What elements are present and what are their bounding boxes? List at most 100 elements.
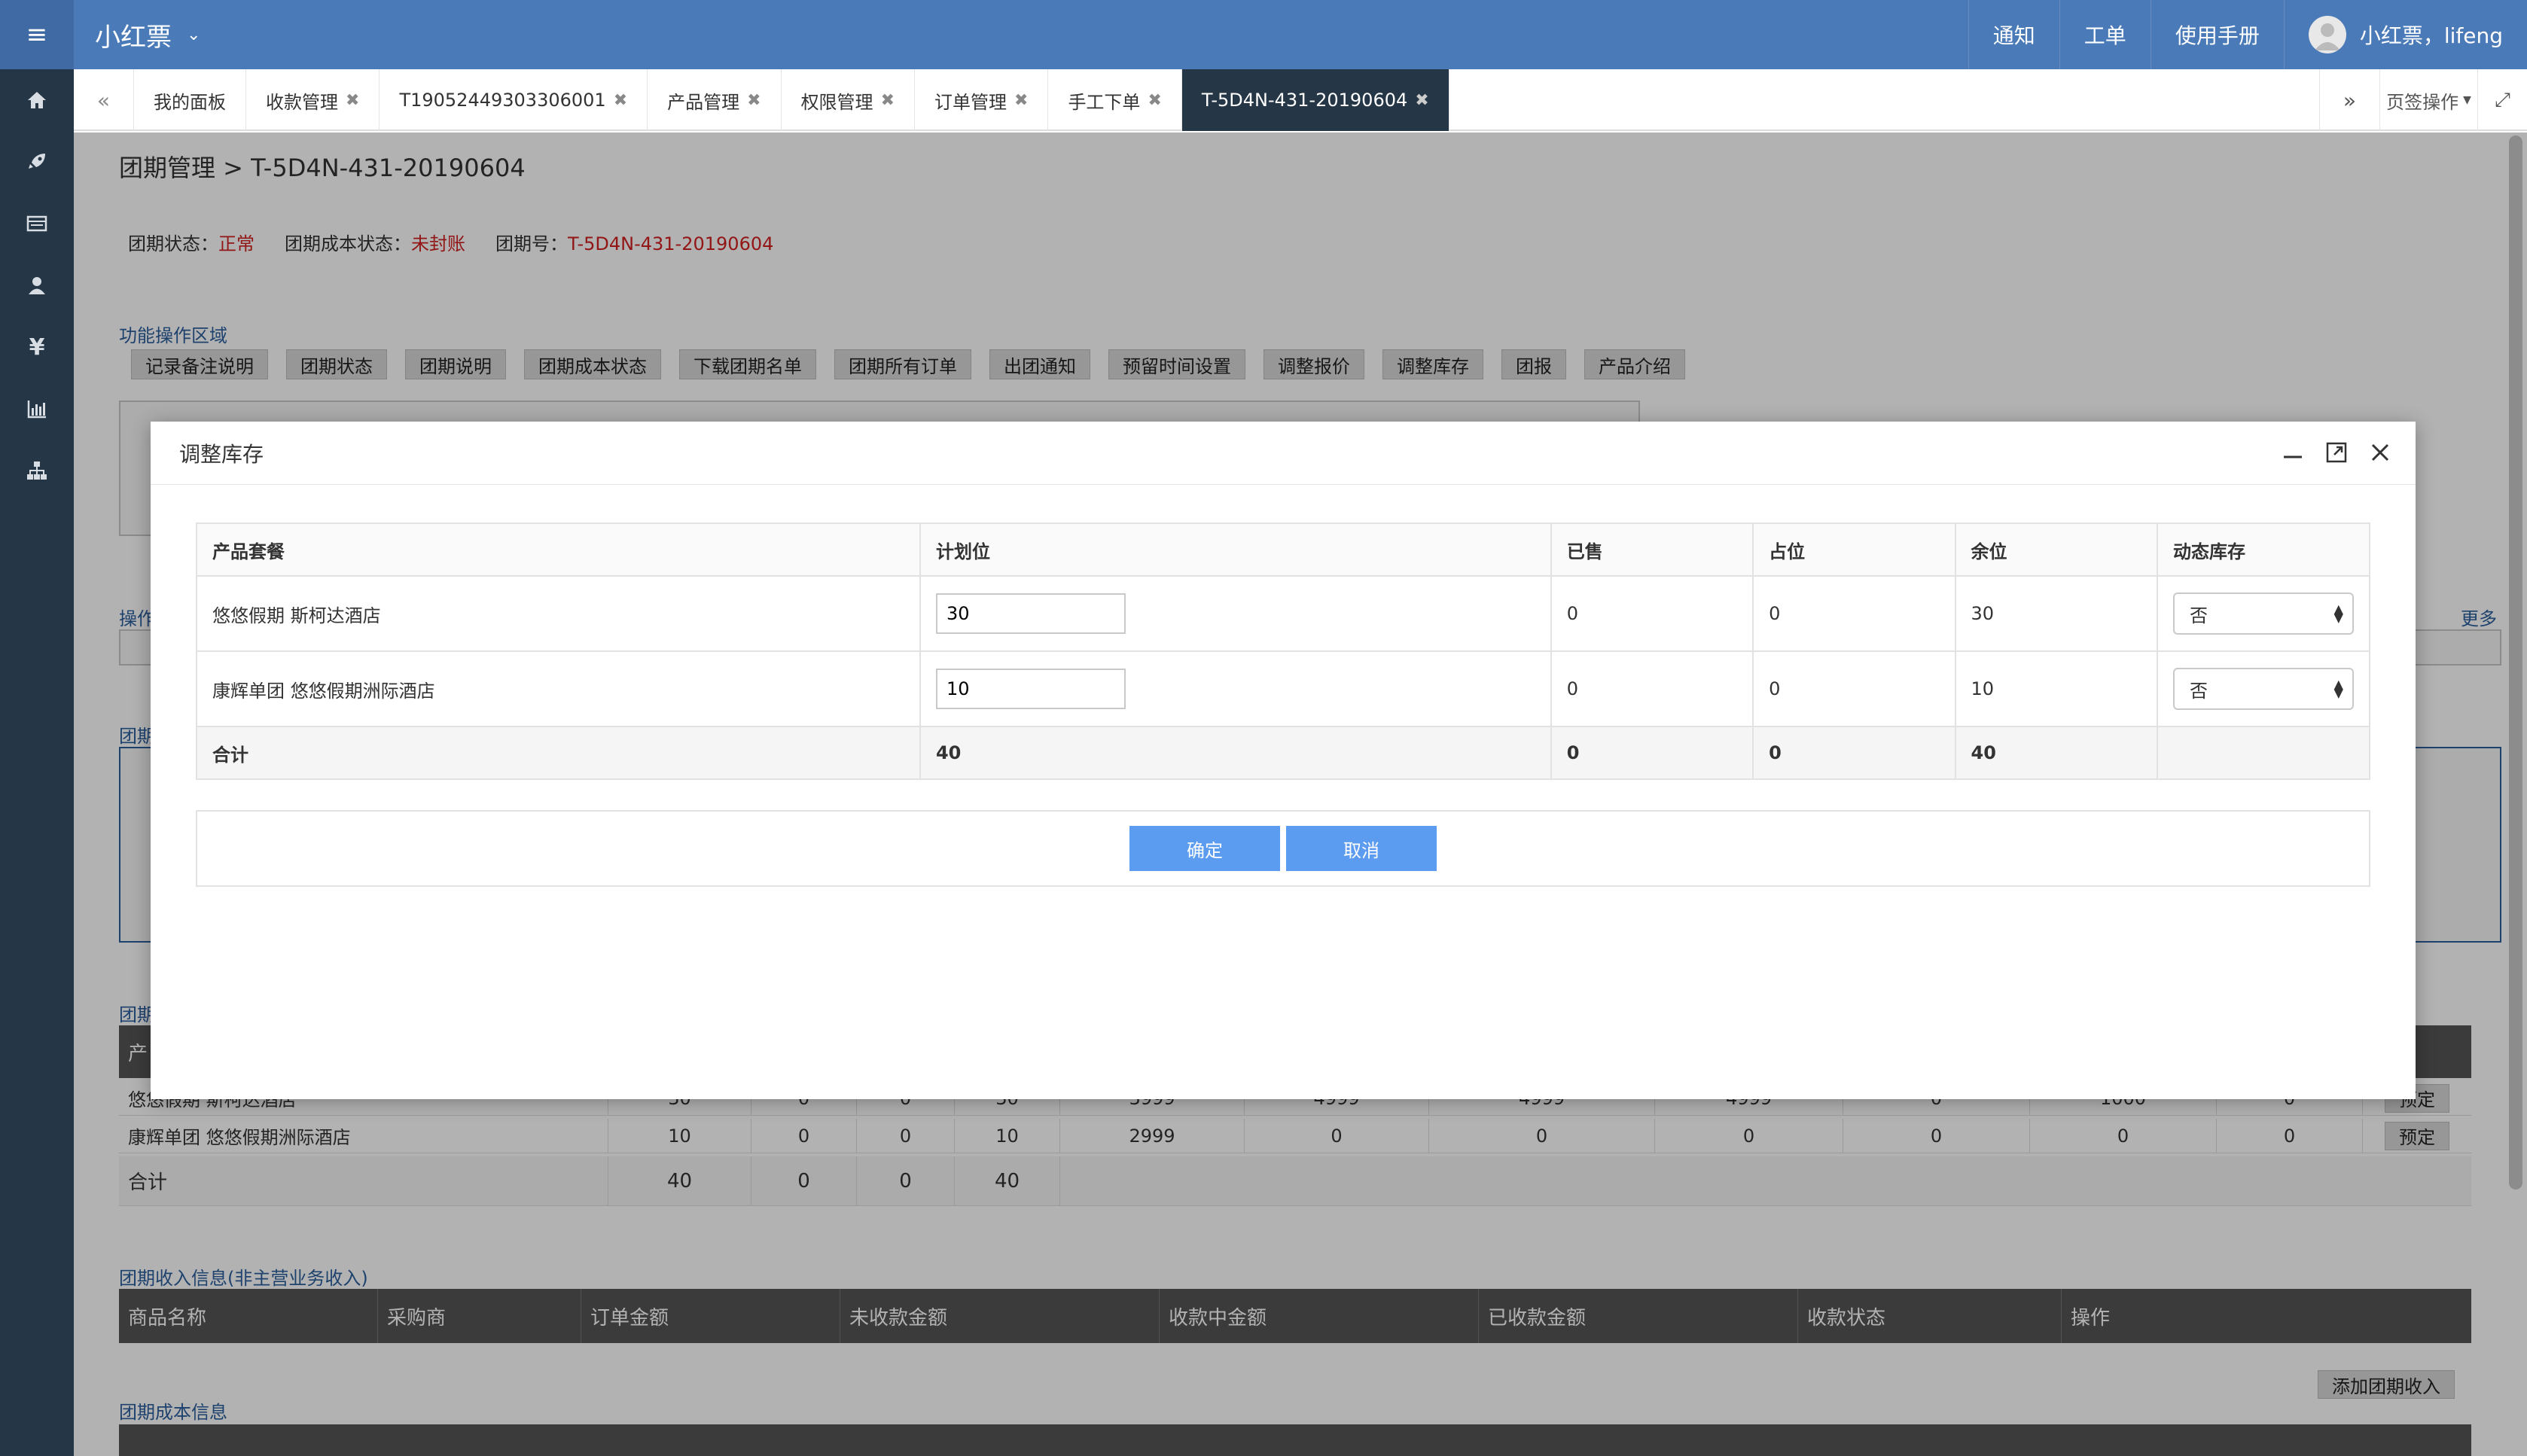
nav-notifications[interactable]: 通知 — [1968, 0, 2059, 69]
col-held: 占位 — [1752, 522, 1956, 577]
brand-switcher[interactable]: 小红票 ⌄ — [95, 17, 200, 53]
col-planned: 计划位 — [919, 522, 1552, 577]
dynamic-stock-select[interactable]: 否 ▲ ▼ — [2172, 668, 2354, 710]
avatar — [2308, 16, 2346, 53]
sidebar-item-list[interactable] — [0, 193, 74, 254]
close-icon[interactable]: ✖ — [346, 91, 359, 110]
sidebar-item-home[interactable] — [0, 69, 74, 131]
close-icon[interactable]: ✖ — [881, 91, 895, 110]
sidebar-item-user[interactable] — [0, 254, 74, 316]
package-name: 悠悠假期 斯柯达酒店 — [196, 575, 921, 652]
hamburger-icon: ≡ — [26, 20, 48, 50]
confirm-button[interactable]: 确定 — [1129, 826, 1280, 871]
close-icon[interactable]: ✖ — [747, 91, 761, 110]
rocket-icon — [29, 154, 45, 169]
total-label: 合计 — [196, 726, 921, 780]
total-held: 0 — [1752, 726, 1956, 780]
tab-ops-label: 页签操作 — [2386, 91, 2459, 113]
tab-products[interactable]: 产品管理 ✖ — [648, 69, 782, 131]
sidebar-item-org[interactable] — [0, 440, 74, 501]
user-menu[interactable]: 小红票，lifeng — [2283, 0, 2527, 69]
total-empty — [2156, 726, 2371, 780]
held-cell: 0 — [1752, 575, 1956, 652]
menu-toggle-button[interactable]: ≡ — [0, 0, 74, 69]
minimize-icon[interactable] — [2280, 440, 2306, 465]
close-icon[interactable]: ✖ — [614, 91, 627, 110]
dialog-title: 调整库存 — [179, 441, 264, 467]
dialog-actions: 确定 取消 — [196, 810, 2370, 887]
tab-label: 产品管理 — [667, 91, 740, 113]
tab-bar-right: » 页签操作 ▼ ⤢ — [2319, 69, 2527, 131]
select-value: 否 — [2189, 605, 2208, 626]
tab-label: 权限管理 — [800, 91, 873, 113]
col-sold: 已售 — [1550, 522, 1754, 577]
dialog-body: 产品套餐 计划位 已售 占位 余位 动态库存 悠悠假期 斯柯达酒店 0 0 30 — [151, 485, 2416, 887]
bar-chart-icon — [27, 401, 46, 419]
tab-ops-dropdown[interactable]: 页签操作 ▼ — [2379, 69, 2477, 131]
top-navbar: ≡ 小红票 ⌄ 通知 工单 使用手册 小红票，lifeng — [0, 0, 2527, 69]
total-remaining: 40 — [1954, 726, 2158, 780]
sidebar: ¥ — [0, 69, 74, 1456]
table-row: 悠悠假期 斯柯达酒店 0 0 30 否 ▲▼ — [196, 575, 2371, 652]
cancel-button[interactable]: 取消 — [1286, 826, 1437, 871]
dynamic-stock-select[interactable]: 否 ▲ ▼ — [2172, 592, 2354, 635]
col-remaining: 余位 — [1954, 522, 2158, 577]
chevron-down-icon: ⌄ — [187, 26, 201, 44]
dynamic-cell: 否 ▲ ▼ — [2156, 575, 2371, 652]
planned-seats-input[interactable] — [935, 669, 1126, 709]
tab-order-id[interactable]: T19052449303306001 ✖ — [380, 69, 648, 131]
list-icon — [26, 215, 47, 232]
tab-scroll-right-button[interactable]: » — [2319, 69, 2379, 131]
fullscreen-button[interactable]: ⤢ — [2477, 69, 2527, 131]
tab-label: T-5D4N-431-20190604 — [1201, 90, 1408, 111]
nav-user-manual[interactable]: 使用手册 — [2150, 0, 2284, 69]
tab-bar: « 我的面板 收款管理 ✖ T19052449303306001 ✖ 产品管理 ✖ 权… — [74, 69, 2527, 131]
yen-icon: ¥ — [29, 334, 45, 361]
tab-label: 手工下单 — [1068, 91, 1141, 113]
sitemap-icon — [27, 461, 47, 480]
tab-dashboard[interactable]: 我的面板 — [134, 69, 246, 131]
brand-name: 小红票 — [95, 23, 172, 53]
sidebar-item-finance[interactable]: ¥ — [0, 316, 74, 378]
dialog-header: 调整库存 — [151, 422, 2416, 485]
caret-down-icon: ▼ — [2463, 94, 2471, 106]
tabs: 我的面板 收款管理 ✖ T19052449303306001 ✖ 产品管理 ✖ 权限管… — [134, 69, 1449, 131]
double-chevron-left-icon: « — [96, 87, 111, 113]
total-sold: 0 — [1550, 726, 1754, 780]
close-icon[interactable]: ✖ — [1014, 91, 1028, 110]
tab-manual-order[interactable]: 手工下单 ✖ — [1048, 69, 1182, 131]
tab-tour-detail[interactable]: T-5D4N-431-20190604 ✖ — [1181, 69, 1449, 131]
sidebar-item-rocket[interactable] — [0, 131, 74, 193]
held-cell: 0 — [1752, 650, 1956, 727]
close-icon[interactable] — [2367, 440, 2393, 465]
tab-label: 我的面板 — [154, 91, 226, 113]
tab-orders[interactable]: 订单管理 ✖ — [915, 69, 1049, 131]
user-icon — [29, 277, 45, 294]
expand-icon: ⤢ — [2495, 88, 2510, 111]
user-name: 小红票，lifeng — [2359, 23, 2503, 48]
planned-seats-input[interactable] — [935, 593, 1126, 634]
inventory-header-row: 产品套餐 计划位 已售 占位 余位 动态库存 — [196, 522, 2371, 577]
tab-permissions[interactable]: 权限管理 ✖ — [782, 69, 915, 131]
col-dynamic-stock: 动态库存 — [2156, 522, 2371, 577]
close-icon[interactable]: ✖ — [1148, 91, 1161, 110]
remaining-cell: 30 — [1954, 575, 2158, 652]
tab-payments[interactable]: 收款管理 ✖ — [246, 69, 380, 131]
close-icon[interactable]: ✖ — [1415, 91, 1428, 110]
remaining-cell: 10 — [1954, 650, 2158, 727]
tab-label: 收款管理 — [266, 91, 338, 113]
home-icon — [28, 92, 46, 108]
planned-cell — [919, 575, 1552, 652]
sidebar-item-stats[interactable] — [0, 378, 74, 440]
dynamic-cell: 否 ▲ ▼ — [2156, 650, 2371, 727]
select-value: 否 — [2189, 680, 2208, 702]
nav-work-orders[interactable]: 工单 — [2059, 0, 2151, 69]
col-package: 产品套餐 — [196, 522, 921, 577]
top-nav-right: 通知 工单 使用手册 小红票，lifeng — [1968, 0, 2527, 69]
total-planned: 40 — [919, 726, 1552, 780]
tab-label: 订单管理 — [934, 91, 1007, 113]
maximize-icon[interactable] — [2324, 440, 2349, 465]
package-name: 康辉单团 悠悠假期洲际酒店 — [196, 650, 921, 727]
tab-scroll-left-button[interactable]: « — [74, 69, 134, 131]
dialog-window-controls — [2280, 440, 2393, 465]
